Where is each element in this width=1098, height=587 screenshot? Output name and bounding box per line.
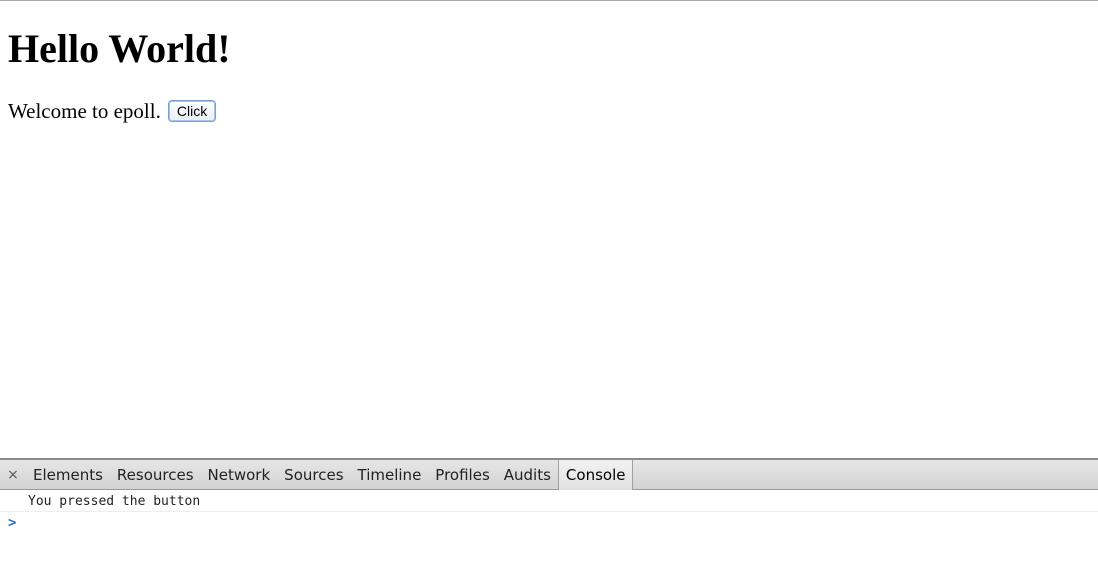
tab-sources[interactable]: Sources [277,460,350,490]
devtools-toolbar: × Elements Resources Network Sources Tim… [0,458,1098,490]
tab-profiles[interactable]: Profiles [428,460,496,490]
tab-audits[interactable]: Audits [497,460,558,490]
tab-elements[interactable]: Elements [26,460,110,490]
welcome-line: Welcome to epoll. Click [8,98,217,124]
tab-resources[interactable]: Resources [110,460,201,490]
console-message: You pressed the button [0,491,1098,512]
console-input[interactable] [22,513,1098,533]
console-prompt[interactable]: > [0,513,1098,533]
devtools-panel: × Elements Resources Network Sources Tim… [0,458,1098,587]
welcome-text: Welcome to epoll. [8,98,161,123]
tab-console[interactable]: Console [557,459,634,490]
page-heading: Hello World! [8,26,231,71]
close-icon[interactable]: × [0,460,26,490]
web-page: Hello World! Welcome to epoll. Click [0,1,1098,458]
chevron-right-icon: > [8,515,17,531]
click-button[interactable]: Click [167,100,217,122]
console-area[interactable]: You pressed the button > [0,490,1098,587]
tab-network[interactable]: Network [201,460,278,490]
tab-timeline[interactable]: Timeline [351,460,429,490]
